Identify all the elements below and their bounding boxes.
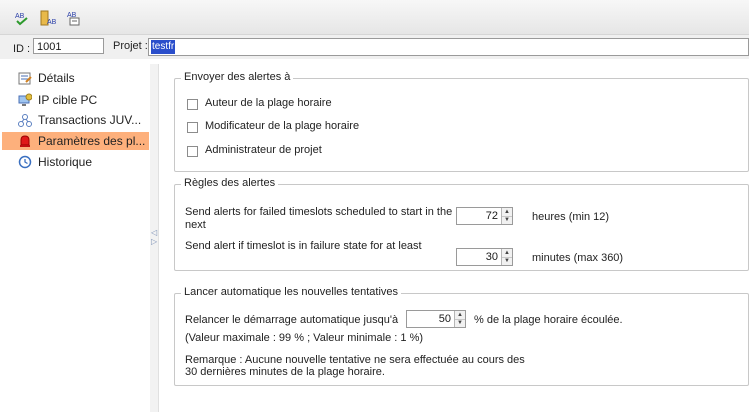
project-field[interactable]: testfr (148, 38, 749, 56)
stepper-value: 50 (438, 313, 451, 325)
rename-icon: AB (40, 10, 56, 26)
paste-text-button[interactable]: AB (64, 9, 82, 27)
sidebar: Détails IP cible PC Transactions JUV... … (0, 64, 151, 412)
rule2-minutes-stepper[interactable]: 30 ▲ ▼ (456, 248, 513, 266)
project-value: testfr (151, 40, 176, 54)
rule1-unit: heures (min 12) (532, 211, 610, 223)
collapse-left-icon[interactable]: ◁ (151, 228, 157, 237)
decrement-icon[interactable]: ▼ (502, 217, 512, 225)
decrement-icon[interactable]: ▼ (502, 258, 512, 266)
modifier-checkbox[interactable] (187, 122, 198, 133)
spellcheck-button[interactable]: AB (13, 9, 31, 27)
spellcheck-icon: AB (15, 13, 28, 26)
relaunch-suffix: % de la plage horaire écoulée. (474, 314, 623, 326)
expand-right-icon[interactable]: ▷ (151, 237, 157, 246)
stepper-value: 30 (485, 251, 498, 263)
rule1-text-line2: next (185, 219, 206, 231)
id-field[interactable]: 1001 (33, 38, 104, 54)
decrement-icon[interactable]: ▼ (455, 320, 465, 328)
rule1-hours-stepper[interactable]: 72 ▲ ▼ (456, 207, 513, 225)
svg-text:AB: AB (47, 19, 56, 26)
sidebar-item-history[interactable]: Historique (2, 153, 149, 171)
group-title: Règles des alertes (181, 177, 279, 189)
history-icon (17, 154, 33, 170)
sidebar-item-label: IP cible PC (38, 93, 98, 107)
sidebar-item-alert-settings[interactable]: Paramètres des pl... (2, 132, 149, 150)
sidebar-item-label: Paramètres des pl... (38, 134, 146, 148)
svg-text:AB: AB (15, 13, 25, 20)
relaunch-percent-stepper[interactable]: 50 ▲ ▼ (406, 310, 466, 328)
rule1-text-line1: Send alerts for failed timeslots schedul… (185, 206, 453, 218)
increment-icon[interactable]: ▲ (455, 311, 465, 320)
rename-button[interactable]: AB (39, 9, 57, 27)
relaunch-label: Relancer le démarrage automatique jusqu'… (185, 314, 399, 326)
group-title: Lancer automatique les nouvelles tentati… (181, 286, 402, 298)
rule2-unit: minutes (max 360) (532, 252, 624, 264)
author-checkbox[interactable] (187, 99, 198, 110)
group-title: Envoyer des alertes à (181, 71, 294, 83)
id-label: ID : (13, 43, 31, 55)
sidebar-item-label: Historique (38, 155, 93, 169)
stepper-value: 72 (485, 210, 498, 222)
details-icon (17, 70, 33, 86)
paste-text-icon: AB (67, 12, 80, 26)
toolbar (0, 0, 749, 35)
modifier-label: Modificateur de la plage horaire (205, 120, 360, 132)
sidebar-item-label: Détails (38, 71, 75, 85)
increment-icon[interactable]: ▲ (502, 249, 512, 258)
rule2-text: Send alert if timeslot is in failure sta… (185, 240, 422, 252)
author-label: Auteur de la plage horaire (205, 97, 332, 109)
target-ip-icon (17, 92, 33, 108)
project-admin-checkbox[interactable] (187, 146, 198, 157)
transactions-icon (17, 112, 33, 128)
sidebar-item-details[interactable]: Détails (2, 69, 149, 87)
sidebar-item-label: Transactions JUV... (38, 113, 142, 127)
alert-bell-icon (17, 133, 33, 149)
project-admin-label: Administrateur de projet (205, 144, 322, 156)
sidebar-item-target-ip[interactable]: IP cible PC (2, 91, 149, 109)
increment-icon[interactable]: ▲ (502, 208, 512, 217)
retry-limits-text: (Valeur maximale : 99 % ; Valeur minimal… (185, 332, 424, 344)
retry-note-line2: 30 dernières minutes de la plage horaire… (185, 366, 385, 378)
sidebar-item-transactions[interactable]: Transactions JUV... (2, 111, 149, 129)
retry-note-line1: Remarque : Aucune nouvelle tentative ne … (185, 354, 525, 366)
project-label: Projet : (113, 40, 148, 52)
